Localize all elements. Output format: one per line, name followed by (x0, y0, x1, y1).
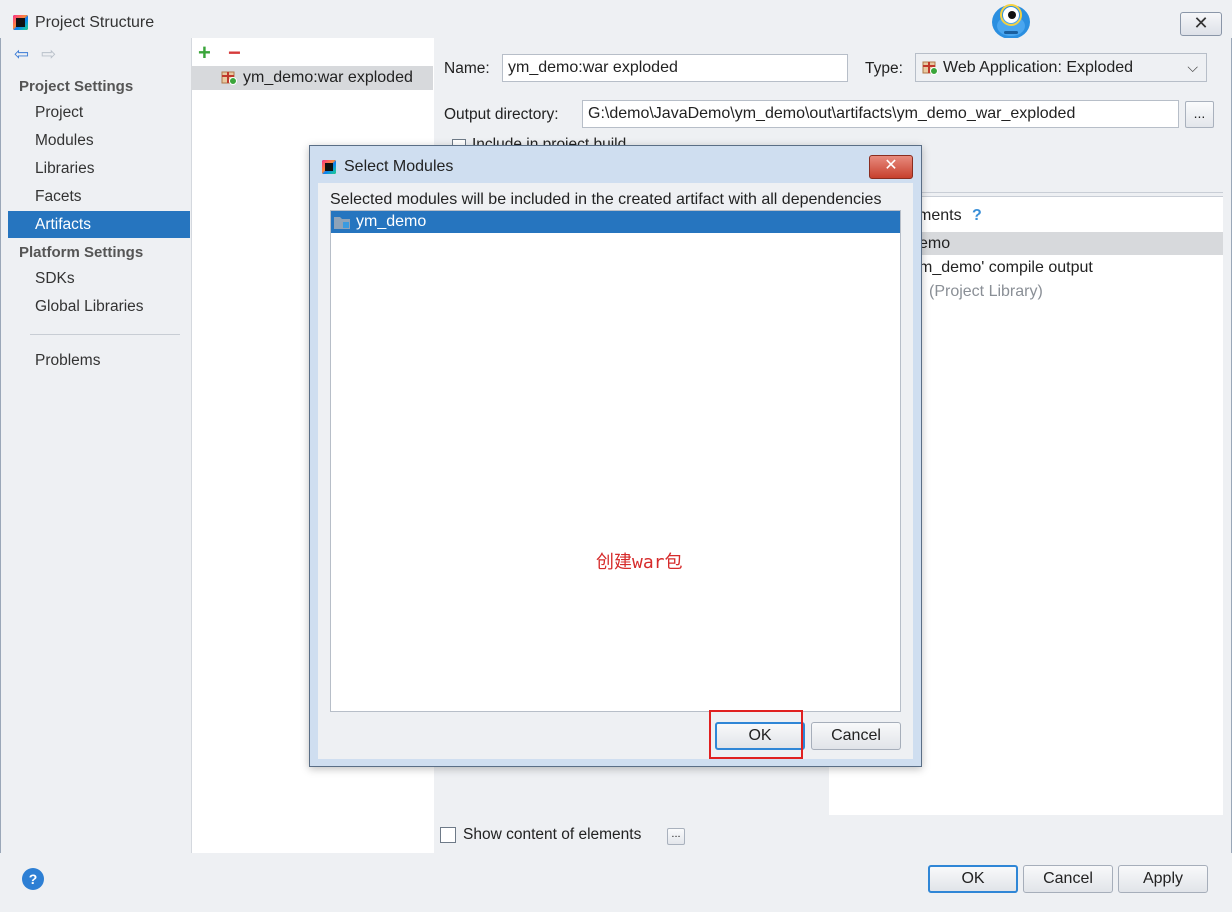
name-label: Name: (444, 60, 490, 77)
mascot-icon (992, 4, 1030, 39)
artifact-list-item-label: ym_demo:war exploded (243, 69, 413, 86)
module-label: ym_demo (356, 213, 427, 230)
dialog-title: Select Modules (344, 158, 454, 175)
sidebar-item-modules[interactable]: Modules (8, 127, 190, 154)
chevron-down-icon: ⌵ (1187, 59, 1198, 75)
back-arrow-icon[interactable]: ⇦ (14, 44, 29, 64)
annotation-highlight-box (709, 710, 803, 759)
dialog-close-button[interactable]: ✕ (869, 155, 913, 179)
type-label: Type: (865, 60, 903, 77)
sidebar-item-sdks[interactable]: SDKs (8, 265, 190, 292)
war-artifact-icon (922, 61, 938, 75)
sidebar-item-facets[interactable]: Facets (8, 183, 190, 210)
add-icon[interactable]: + (198, 40, 211, 66)
name-input[interactable]: ym_demo:war exploded (502, 54, 848, 82)
project-settings-heading: Project Settings (19, 78, 134, 95)
show-content-checkbox[interactable] (440, 827, 456, 843)
sidebar-item-artifacts[interactable]: Artifacts (8, 211, 190, 238)
tree-row-library[interactable]: (Project Library) (929, 280, 1043, 304)
available-elements-heading-text: ments (918, 207, 962, 224)
help-icon[interactable]: ? (972, 207, 982, 224)
window-title: Project Structure (35, 14, 155, 31)
available-elements-heading: ments ? (918, 204, 982, 228)
platform-settings-heading: Platform Settings (19, 244, 144, 261)
apply-button[interactable]: Apply (1118, 865, 1208, 893)
intellij-logo-icon (322, 160, 336, 174)
sidebar-divider (30, 334, 180, 335)
annotation-text: 创建war包 (596, 552, 683, 573)
forward-arrow-icon[interactable]: ⇨ (41, 44, 56, 64)
sidebar-item-problems[interactable]: Problems (8, 347, 190, 374)
tree-row-module[interactable]: emo (919, 232, 950, 256)
war-artifact-icon (221, 71, 237, 85)
output-directory-label: Output directory: (444, 106, 559, 123)
sidebar-item-project[interactable]: Project (8, 99, 190, 126)
sidebar-item-libraries[interactable]: Libraries (8, 155, 190, 182)
type-dropdown-value: Web Application: Exploded (943, 59, 1134, 76)
dialog-cancel-button[interactable]: Cancel (811, 722, 901, 750)
title-bar (0, 0, 1232, 38)
show-content-options-button[interactable]: ... (667, 828, 685, 845)
output-directory-input[interactable]: G:\demo\JavaDemo\ym_demo\out\artifacts\y… (582, 100, 1179, 128)
remove-icon[interactable]: − (228, 40, 241, 66)
browse-button[interactable]: ... (1185, 101, 1214, 128)
help-icon[interactable]: ? (22, 868, 44, 890)
window-close-button[interactable]: ✕ (1180, 12, 1222, 36)
ok-button[interactable]: OK (928, 865, 1018, 893)
intellij-logo-icon (13, 15, 28, 30)
tree-row-compile-output[interactable]: m_demo' compile output (919, 256, 1093, 280)
show-content-label: Show content of elements (463, 826, 642, 843)
module-folder-icon (334, 217, 350, 229)
cancel-button[interactable]: Cancel (1023, 865, 1113, 893)
nav-arrows: ⇦ ⇨ (14, 44, 56, 65)
sidebar-item-global-libraries[interactable]: Global Libraries (8, 293, 190, 320)
type-dropdown[interactable]: Web Application: Exploded ⌵ (915, 53, 1207, 82)
dialog-description: Selected modules will be included in the… (330, 191, 882, 208)
modules-list[interactable] (330, 210, 901, 712)
